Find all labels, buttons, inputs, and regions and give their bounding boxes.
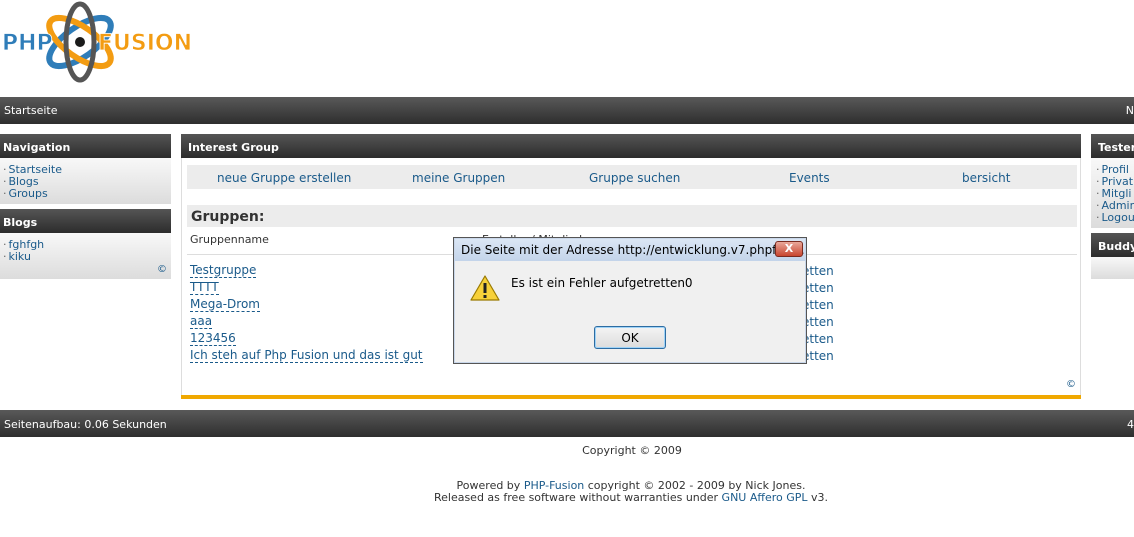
dialog-message: Es ist ein Fehler aufgetretten0 xyxy=(511,276,693,290)
alert-dialog: Die Seite mit der Adresse http://entwick… xyxy=(453,237,807,364)
group-link-row[interactable]: TTTT xyxy=(190,281,219,295)
ok-button[interactable]: OK xyxy=(594,326,666,349)
footer-bar: Seitenaufbau: 0.06 Sekunden 4 xyxy=(0,410,1134,437)
center-copyright-icon[interactable]: © xyxy=(1066,379,1076,390)
footer-right-text: 4 xyxy=(1127,418,1134,431)
group-link-row[interactable]: 123456 xyxy=(190,332,236,346)
blogs-panel: · fghfgh · kiku © xyxy=(0,233,171,279)
top-navbar: Startseite N xyxy=(0,97,1134,124)
topbar-home-link[interactable]: Startseite xyxy=(4,104,58,117)
user-menu-label: Logou xyxy=(1101,211,1134,224)
buddy-panel xyxy=(1091,257,1134,279)
dialog-close-button[interactable]: X xyxy=(775,241,803,257)
groups-heading: Gruppen: xyxy=(187,205,1077,227)
tab-create-group[interactable]: neue Gruppe erstellen xyxy=(217,171,351,185)
nav-item-groups[interactable]: · Groups xyxy=(3,188,168,200)
navigation-panel: · Startseite · Blogs · Groups xyxy=(0,158,171,204)
buddy-panel-title: Buddyl xyxy=(1091,233,1134,257)
column-header-groupname: Gruppenname xyxy=(190,233,269,246)
group-link-row[interactable]: Ich steh auf Php Fusion und das ist gut xyxy=(190,349,423,363)
dialog-title: Die Seite mit der Adresse http://entwick… xyxy=(455,239,805,261)
powered-by-text: Powered by PHP-Fusion copyright © 2002 -… xyxy=(0,480,1134,504)
navigation-panel-title: Navigation xyxy=(0,134,171,158)
tab-my-groups[interactable]: meine Gruppen xyxy=(412,171,505,185)
interest-group-title: Interest Group xyxy=(181,134,1081,158)
php-fusion-logo[interactable]: PHP FUSION xyxy=(0,0,220,90)
blogs-copyright-icon[interactable]: © xyxy=(157,264,167,276)
render-time-text: Seitenaufbau: 0.06 Sekunden xyxy=(4,418,167,431)
tab-search-group[interactable]: Gruppe suchen xyxy=(589,171,680,185)
warning-icon xyxy=(470,275,500,301)
tester-panel: · Profil · Privat · Mitgli · Admin · Logou xyxy=(1091,158,1134,228)
logo-text-php: PHP xyxy=(2,31,53,56)
tester-panel-title: Tester xyxy=(1091,134,1134,158)
user-menu-item[interactable]: · Logou xyxy=(1096,212,1134,224)
released-suffix: v3. xyxy=(807,491,829,504)
group-tabbar: neue Gruppe erstellen meine Gruppen Grup… xyxy=(187,165,1077,189)
nav-item-label: Groups xyxy=(8,187,48,200)
blog-item-label: kiku xyxy=(8,250,31,263)
tab-overview[interactable]: bersicht xyxy=(962,171,1010,185)
group-link-row[interactable]: Mega-Drom xyxy=(190,298,260,312)
released-prefix: Released as free software without warran… xyxy=(433,491,722,504)
copyright-text: Copyright © 2009 xyxy=(582,444,682,457)
logo-text-fusion: FUSION xyxy=(98,31,192,56)
topbar-right-text: N xyxy=(1125,104,1134,117)
logo-graphic: PHP FUSION xyxy=(2,1,192,83)
blogs-panel-title: Blogs xyxy=(0,209,171,233)
blog-item[interactable]: · kiku xyxy=(3,251,168,263)
gpl-link[interactable]: GNU Affero GPL xyxy=(722,491,808,504)
group-link-row[interactable]: Testgruppe xyxy=(190,264,257,278)
tab-events[interactable]: Events xyxy=(789,171,830,185)
group-link-row[interactable]: aaa xyxy=(190,315,213,329)
center-orange-divider xyxy=(181,395,1081,399)
